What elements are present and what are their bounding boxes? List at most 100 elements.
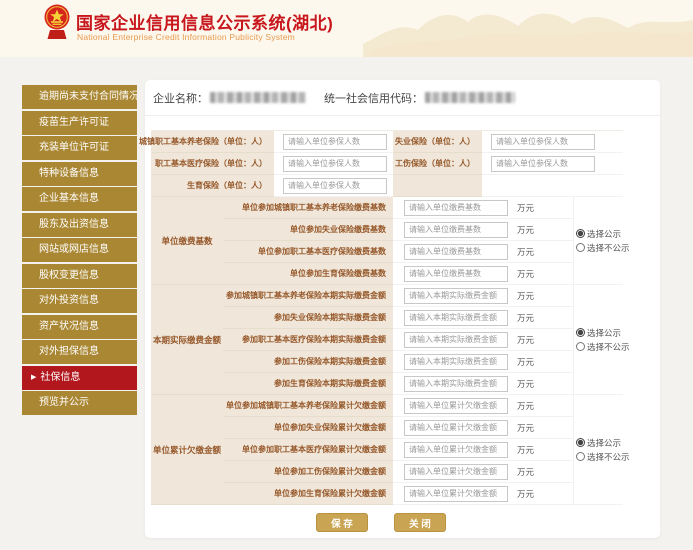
radio-public[interactable]: 选择公示 [576,327,621,339]
publicity-radio-group: 选择公示 选择不公示 [573,395,623,505]
app-header: 国家企业信用信息公示系统(湖北) National Enterprise Cre… [0,0,693,57]
sidebar-item-equity-change[interactable]: 股权变更信息 [22,264,137,288]
field-cell: 万元 [393,241,573,263]
maternity-insured-input[interactable] [283,178,387,194]
unit-label: 万元 [517,224,534,236]
radio-not-public[interactable]: 选择不公示 [576,341,630,353]
field-label: 单位参加工伤保险累计欠缴金额 [223,461,393,483]
field-label: 城镇职工基本养老保险（单位：人） [151,131,274,153]
field-label: 参加失业保险本期实际缴费金额 [223,307,393,329]
field-cell: 万元 [393,351,573,373]
field-cell: 万元 [393,197,573,219]
unit-label: 万元 [517,466,534,478]
sidebar-nav: 逾期尚未支付合同情况 疫苗生产许可证 充装单位许可证 特种设备信息 企业基本信息… [22,85,137,417]
unit-label: 万元 [517,378,534,390]
sidebar-item-website[interactable]: 网站或网店信息 [22,238,137,262]
field-label: 单位参加职工基本医疗保险累计欠缴金额 [223,439,393,461]
radio-not-public[interactable]: 选择不公示 [576,242,630,254]
field-label: 职工基本医疗保险（单位：人） [151,153,274,175]
medical-base-input[interactable] [404,244,508,260]
sidebar-item-social-insurance[interactable]: ▶社保信息 [22,366,137,390]
unemployment-paid-input[interactable] [404,310,508,326]
maternity-arrears-input[interactable] [404,486,508,502]
field-cell: 万元 [393,285,573,307]
field-cell [482,131,623,153]
field-cell: 万元 [393,439,573,461]
pension-arrears-input[interactable] [404,398,508,414]
field-label: 单位参加失业保险累计欠缴金额 [223,417,393,439]
active-arrow-icon: ▶ [31,374,36,381]
radio-public[interactable]: 选择公示 [576,437,621,449]
group-label: 本期实际缴费金额 [151,285,223,395]
unit-label: 万元 [517,268,534,280]
sidebar-item-overdue-contracts[interactable]: 逾期尚未支付合同情况 [22,85,137,109]
insured-persons-section: 城镇职工基本养老保险（单位：人） 失业保险（单位：人） 职工基本医疗保险（单位：… [151,131,623,197]
field-label: 参加生育保险本期实际缴费金额 [223,373,393,395]
sidebar-item-external-guarantee[interactable]: 对外担保信息 [22,340,137,364]
group-label: 单位累计欠缴金额 [151,395,223,505]
sidebar-item-asset-status[interactable]: 资产状况信息 [22,315,137,339]
payment-base-section: 单位缴费基数 单位参加城镇职工基本养老保险缴费基数 万元 单位参加失业保险缴费基… [151,197,623,285]
save-button[interactable]: 保 存 [316,513,368,532]
sidebar-item-special-equipment[interactable]: 特种设备信息 [22,162,137,186]
maternity-paid-input[interactable] [404,376,508,392]
actual-payment-section: 本期实际缴费金额 参加城镇职工基本养老保险本期实际缴费金额 万元 参加失业保险本… [151,285,623,395]
field-cell: 万元 [393,307,573,329]
medical-arrears-input[interactable] [404,442,508,458]
field-label: 工伤保险（单位：人） [393,153,482,175]
radio-not-public-input[interactable] [576,342,585,351]
sidebar-item-preview-publish[interactable]: 预览并公示 [22,391,137,415]
company-name-label: 企业名称： [153,93,208,105]
unemployment-arrears-input[interactable] [404,420,508,436]
field-label: 生育保险（单位：人） [151,175,274,197]
unit-label: 万元 [517,444,534,456]
main-panel: 企业名称： 统一社会信用代码： 城镇职工基本养老保险（单位：人） 失业保险（单位：… [145,80,660,538]
unemployment-insured-input[interactable] [491,134,595,150]
empty-cell [482,175,623,197]
sidebar-item-filling-unit-license[interactable]: 充装单位许可证 [22,136,137,160]
group-label: 单位缴费基数 [151,197,223,285]
medical-insured-input[interactable] [283,156,387,172]
credit-code-label: 统一社会信用代码： [324,93,423,105]
unit-label: 万元 [517,246,534,258]
sidebar-item-outbound-investment[interactable]: 对外投资信息 [22,289,137,313]
company-info-bar: 企业名称： 统一社会信用代码： [145,80,660,116]
pension-base-input[interactable] [404,200,508,216]
maternity-base-input[interactable] [404,266,508,282]
injury-arrears-input[interactable] [404,464,508,480]
close-button[interactable]: 关 闭 [394,513,446,532]
radio-public-input[interactable] [576,229,585,238]
unit-label: 万元 [517,312,534,324]
field-label: 参加职工基本医疗保险本期实际缴费金额 [223,329,393,351]
injury-insured-input[interactable] [491,156,595,172]
pension-insured-input[interactable] [283,134,387,150]
field-label: 单位参加城镇职工基本养老保险累计欠缴金额 [223,395,393,417]
sidebar-item-vaccine-license[interactable]: 疫苗生产许可证 [22,111,137,135]
sidebar-item-shareholders[interactable]: 股东及出资信息 [22,213,137,237]
unit-label: 万元 [517,488,534,500]
pension-paid-input[interactable] [404,288,508,304]
unemployment-base-input[interactable] [404,222,508,238]
field-label: 单位参加城镇职工基本养老保险缴费基数 [223,197,393,219]
site-subtitle: National Enterprise Credit Information P… [77,32,295,42]
site-title: 国家企业信用信息公示系统(湖北) [76,9,333,34]
radio-not-public[interactable]: 选择不公示 [576,451,630,463]
field-cell: 万元 [393,329,573,351]
radio-public[interactable]: 选择公示 [576,228,621,240]
mountain-art [363,0,693,57]
redacted-company-name [210,92,306,103]
radio-public-input[interactable] [576,438,585,447]
field-label: 失业保险（单位：人） [393,131,482,153]
field-label: 单位参加生育保险缴费基数 [223,263,393,285]
radio-public-input[interactable] [576,328,585,337]
field-cell [274,175,393,197]
radio-not-public-input[interactable] [576,243,585,252]
field-label: 参加工伤保险本期实际缴费金额 [223,351,393,373]
injury-paid-input[interactable] [404,354,508,370]
unit-label: 万元 [517,400,534,412]
medical-paid-input[interactable] [404,332,508,348]
national-emblem-logo [44,4,70,42]
arrears-section: 单位累计欠缴金额 单位参加城镇职工基本养老保险累计欠缴金额 万元 单位参加失业保… [151,395,623,505]
radio-not-public-input[interactable] [576,452,585,461]
sidebar-item-basic-info[interactable]: 企业基本信息 [22,187,137,211]
